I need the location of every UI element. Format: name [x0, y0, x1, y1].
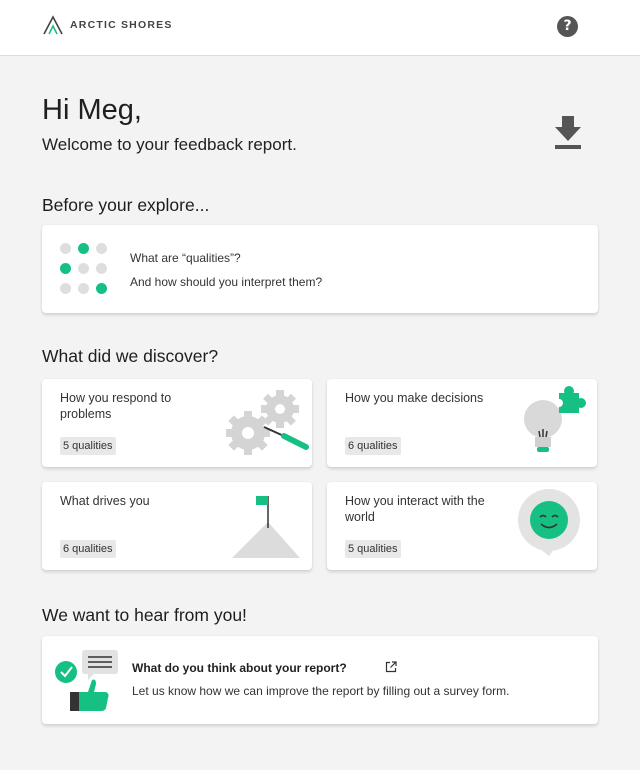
survey-description: Let us know how we can improve the repor…: [132, 684, 510, 698]
qualities-dots-icon: [58, 241, 112, 297]
survey-title: What do you think about your report?: [132, 661, 347, 675]
section-title-explore: Before your explore...: [42, 195, 210, 215]
explore-question: What are “qualities”?: [130, 251, 241, 265]
card-make-decisions[interactable]: How you make decisions 6 qualities: [327, 379, 597, 467]
mountain-flag-icon: [232, 496, 300, 558]
qualities-badge: 5 qualities: [60, 437, 116, 455]
top-bar: ARCTIC SHORES ?: [0, 0, 640, 56]
qualities-badge: 5 qualities: [345, 540, 401, 558]
lightbulb-puzzle-icon: [524, 386, 586, 452]
section-title-discover: What did we discover?: [42, 346, 219, 366]
welcome-text: Welcome to your feedback report.: [42, 135, 297, 154]
card-respond-to-problems[interactable]: How you respond to problems 5 qualities: [42, 379, 312, 467]
qualities-info-card[interactable]: What are “qualities”? And how should you…: [42, 225, 598, 313]
gears-wrench-icon: [226, 390, 309, 455]
explore-subquestion: And how should you interpret them?: [130, 275, 323, 289]
logo[interactable]: ARCTIC SHORES: [42, 14, 173, 36]
card-title: What drives you: [60, 494, 150, 508]
logo-text: ARCTIC SHORES: [70, 19, 173, 31]
qualities-badge: 6 qualities: [345, 437, 401, 455]
download-icon[interactable]: [553, 114, 583, 152]
card-title: How you respond to problems: [60, 391, 172, 421]
thumbs-up-chat-icon: [55, 650, 118, 711]
card-title: How you make decisions: [345, 391, 484, 405]
section-title-feedback: We want to hear from you!: [42, 605, 247, 625]
external-link-icon[interactable]: [385, 661, 397, 673]
qualities-badge: 6 qualities: [60, 540, 116, 558]
smiley-bubble-icon: [518, 489, 580, 556]
card-what-drives-you[interactable]: What drives you 6 qualities: [42, 482, 312, 570]
greeting-heading: Hi Meg,: [42, 94, 142, 126]
help-icon[interactable]: ?: [557, 16, 578, 37]
mountain-logo-icon: [43, 15, 63, 35]
survey-feedback-card[interactable]: What do you think about your report? Let…: [42, 636, 598, 724]
card-interact-with-world[interactable]: How you interact with the world 5 qualit…: [327, 482, 597, 570]
card-title: How you interact with the world: [345, 494, 485, 524]
